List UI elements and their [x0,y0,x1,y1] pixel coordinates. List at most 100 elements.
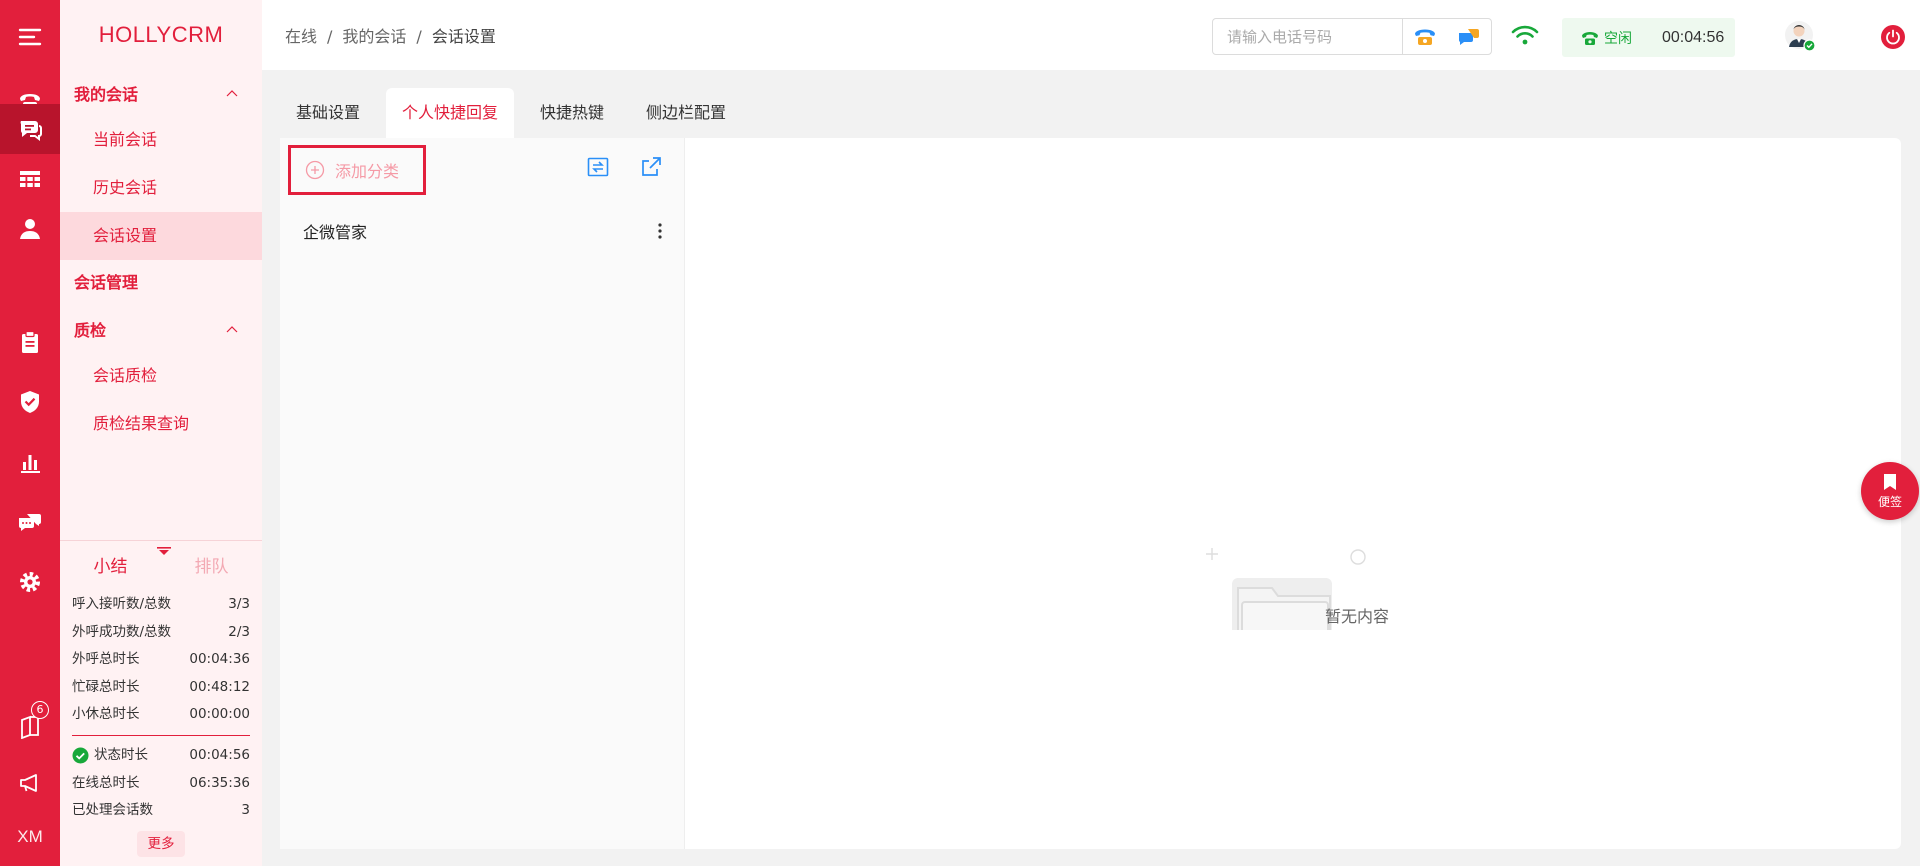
menu-item-history-session[interactable]: 历史会话 [60,164,262,212]
add-category-label: 添加分类 [335,162,400,181]
menu-item-session-settings[interactable]: 会话设置 [60,212,262,260]
phone-idle-icon [1582,31,1598,45]
menu-group-quality[interactable]: 质检 [60,306,262,352]
rail-chat[interactable] [0,104,60,154]
breadcrumb-item[interactable]: 在线 [285,27,317,46]
menu-item-current-session[interactable]: 当前会话 [60,116,262,164]
breadcrumb-item[interactable]: 我的会话 [342,27,406,46]
breadcrumb-current: 会话设置 [431,27,496,46]
stat-label: 呼入接听数/总数 [72,596,172,612]
menu-group-my-sessions[interactable]: 我的会话 [60,70,262,116]
rail-book[interactable]: 6 [0,697,60,755]
bookmark-icon [1884,473,1896,490]
power-icon[interactable] [1880,24,1906,50]
notes-button[interactable]: 便签 [1861,462,1919,520]
avatar[interactable] [1784,20,1816,52]
stat-label: 状态时长 [94,746,148,763]
content-card: 添加分类 企微管家 暂无内容 [280,138,1901,849]
menu-icon [18,28,42,46]
menu-item-qc-results[interactable]: 质检结果查询 [60,400,262,448]
sms-icon [1458,28,1479,45]
menu-group-label: 我的会话 [74,85,139,104]
stat-value: 3 [241,802,250,819]
stat-row: 忙碌总时长 00:48:12 [60,674,262,702]
stat-value: 00:04:56 [189,746,250,763]
menu-group-session-management[interactable]: 会话管理 [60,260,262,306]
category-pane: 添加分类 企微管家 [280,138,685,849]
more-button[interactable]: 更多 [137,830,185,857]
add-category-button[interactable]: 添加分类 [288,145,426,195]
import-icon[interactable] [586,155,610,179]
stat-row: 状态时长 00:04:56 [60,742,262,770]
stat-label: 在线总时长 [72,774,140,791]
tab-summary[interactable]: 小结 [60,543,161,591]
stat-row: 已处理会话数 3 [60,797,262,825]
stat-value: 06:35:36 [189,774,250,791]
status-label: 空闲 [1604,30,1632,47]
stat-row: 在线总时长 06:35:36 [60,770,262,798]
clipboard-icon [22,330,38,353]
settings-tabs: 基础设置 个人快捷回复 快捷热键 侧边栏配置 [280,88,752,138]
settings-icon [20,572,40,592]
menu-group-label: 质检 [74,321,107,340]
breadcrumb: 在线 / 我的会话 / 会话设置 [285,23,496,47]
empty-folder-illustration [1206,548,1366,630]
top-bar: 在线 / 我的会话 / 会话设置 空闲 00:04:56 [262,0,1920,70]
external-link-icon[interactable] [639,155,663,179]
plus-circle-icon [305,160,325,180]
rail-clipboard-btn[interactable] [0,313,60,371]
check-circle-icon [72,747,89,764]
chevron-up-icon [226,326,238,333]
category-item[interactable]: 企微管家 [280,210,685,252]
megaphone-icon [20,774,37,792]
stat-row: 呼入接听数/总数 3/3 [60,591,262,619]
rail-message[interactable] [0,494,60,552]
dial-button[interactable] [1403,19,1447,54]
shield-icon [21,391,39,413]
grid-icon [20,171,40,187]
menu-item-session-qc[interactable]: 会话质检 [60,352,262,400]
rail-report[interactable] [0,433,60,491]
menu-toggle-button[interactable] [0,8,60,66]
caret-down-icon[interactable] [157,547,171,556]
agent-status[interactable]: 空闲 00:04:56 [1562,18,1735,57]
breadcrumb-separator: / [327,27,333,46]
app-logo: HOLLYCRM [98,22,224,47]
notes-label: 便签 [1877,494,1902,509]
tab-personal-quick-reply[interactable]: 个人快捷回复 [386,88,515,138]
rail-shield[interactable] [0,373,60,431]
stat-value: 00:48:12 [189,678,250,695]
notification-badge: 6 [31,701,49,719]
stats-tabs: 小结 排队 [60,543,262,591]
tab-queue[interactable]: 排队 [161,543,262,591]
stat-value: 3/3 [228,596,250,612]
rail-user[interactable] [0,200,60,258]
phone-input[interactable] [1213,19,1403,54]
xm-label: XM [17,827,43,846]
icon-rail: 6 XM [0,0,60,866]
chevron-up-icon [226,90,238,97]
rail-announce[interactable] [0,754,60,812]
user-icon [20,219,40,239]
secondary-sidebar: HOLLYCRM 我的会话 当前会话 历史会话 会话设置 会话管理 质检 会话质… [60,0,262,866]
rail-settings[interactable] [0,553,60,611]
tab-sidebar-config[interactable]: 侧边栏配置 [630,88,742,138]
stats-panel: 小结 排队 呼入接听数/总数 3/3 外呼成功数/总数 2/3 外呼总时长 00:04… [60,540,262,857]
status-timer: 00:04:56 [1662,28,1725,46]
stat-value: 00:00:00 [189,706,250,723]
bar-chart-icon [21,455,40,473]
tab-basic-settings[interactable]: 基础设置 [280,88,376,138]
dial-box [1212,18,1492,55]
category-label: 企微管家 [303,223,368,242]
more-vertical-icon[interactable] [653,221,667,241]
stat-row: 小休总时长 00:00:00 [60,701,262,729]
stat-value: 00:04:36 [189,651,250,668]
tab-hotkeys[interactable]: 快捷热键 [524,88,620,138]
rail-xm[interactable]: XM [0,808,60,866]
stat-label: 外呼总时长 [72,651,140,668]
stat-label: 小休总时长 [72,706,140,723]
empty-state-text: 暂无内容 [1325,607,1390,626]
stat-label-wrap: 状态时长 [72,742,148,770]
message-icon [19,514,41,531]
sms-button[interactable] [1447,19,1491,54]
